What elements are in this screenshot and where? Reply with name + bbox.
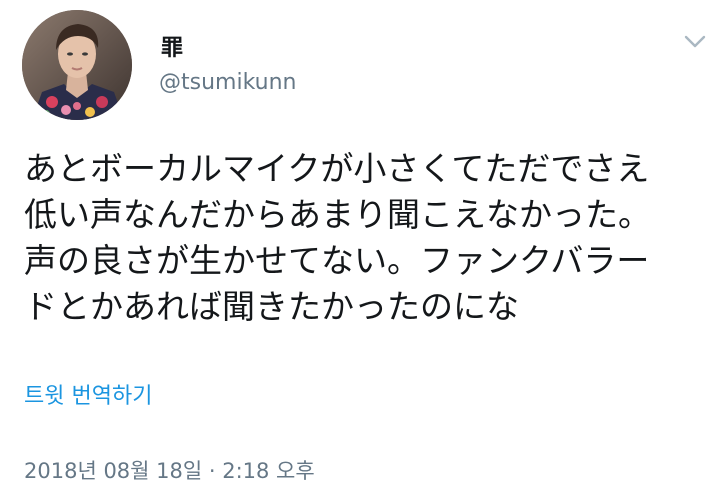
tweet-card: 罪 @tsumikunn あとボーカルマイクが小さくてただでさえ 低い声なんだか…	[0, 0, 720, 492]
avatar-image	[22, 10, 132, 120]
tweet-timestamp[interactable]: 2018년 08월 18일 · 2:18 오후	[24, 456, 315, 486]
tweet-text-line: ドとかあれば聞きたかったのにな	[24, 287, 519, 326]
tweet-text-line: 声の良さが生かせてない。ファンクバラー	[24, 241, 650, 280]
user-handle[interactable]: @tsumikunn	[159, 68, 296, 98]
display-name[interactable]: 罪	[161, 34, 183, 64]
tweet-text-line: あとボーカルマイクが小さくてただでさえ	[24, 149, 650, 188]
chevron-down-icon	[684, 35, 706, 48]
avatar[interactable]	[22, 10, 132, 120]
tweet-menu-button[interactable]	[680, 30, 710, 54]
translate-tweet-link[interactable]: 트윗 번역하기	[24, 382, 152, 412]
tweet-text: あとボーカルマイクが小さくてただでさえ 低い声なんだからあまり聞こえなかった。 …	[24, 146, 704, 330]
tweet-text-line: 低い声なんだからあまり聞こえなかった。	[24, 195, 651, 234]
